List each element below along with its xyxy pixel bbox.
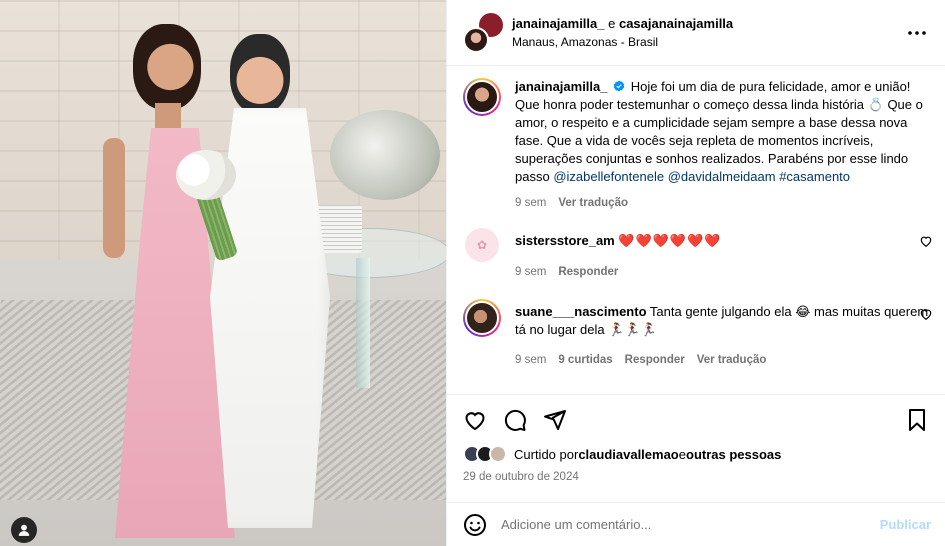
post-sidebar: janainajamilla_ e casajanainajamilla Man… (446, 0, 945, 546)
comment-time[interactable]: 9 sem (515, 351, 546, 369)
author-username[interactable]: janainajamilla_ (512, 16, 605, 31)
comment-input[interactable] (501, 517, 866, 532)
others-link[interactable]: outras pessoas (686, 447, 781, 462)
comment-icon[interactable] (503, 408, 527, 432)
post-header: janainajamilla_ e casajanainajamilla Man… (447, 0, 945, 66)
header-connector: e (604, 16, 619, 31)
likes-suffix: e (678, 446, 686, 462)
post-date[interactable]: 29 de outubro de 2024 (463, 471, 929, 483)
glass-table-leg (356, 258, 370, 388)
commenter-username[interactable]: suane___nascimento (515, 304, 647, 319)
author-avatar[interactable] (463, 26, 489, 53)
bookmark-icon[interactable] (905, 408, 929, 432)
heart-icon[interactable] (919, 307, 933, 321)
comment-likes-count[interactable]: 9 curtidas (558, 351, 612, 369)
calla-lily-bouquet (176, 150, 246, 262)
comments-section: janainajamilla_ Hoje foi um dia de pura … (447, 66, 945, 394)
collab-avatars[interactable] (463, 12, 503, 53)
mention-link[interactable]: @davidalmeidaam (668, 169, 776, 184)
commenter-username[interactable]: sistersstore_am (515, 233, 615, 248)
publish-button[interactable]: Publicar (880, 517, 931, 532)
post-caption: janainajamilla_ Hoje foi um dia de pura … (463, 78, 929, 212)
woman-in-white-suit (190, 30, 340, 540)
see-translation-button[interactable]: Ver tradução (697, 351, 767, 369)
comment-time[interactable]: 9 sem (515, 263, 546, 281)
likes-prefix: Curtido por (514, 446, 579, 462)
user-tag-icon[interactable] (11, 517, 37, 543)
reply-button[interactable]: Responder (625, 351, 685, 369)
comment-item: ✿ sistersstore_am ❤️❤️❤️❤️❤️❤️ 9 sem Res… (463, 226, 932, 281)
post-actions: Curtido por claudiavallemao e outras pes… (447, 394, 945, 502)
post-photo[interactable] (0, 0, 446, 546)
caption-time[interactable]: 9 sem (515, 194, 546, 212)
emoji-icon[interactable] (463, 513, 487, 537)
commenter-avatar[interactable]: ✿ (465, 228, 499, 262)
commenter-avatar[interactable] (463, 299, 501, 337)
heart-icon[interactable] (919, 234, 933, 248)
flower-arrangement (330, 110, 440, 200)
liker-avatars[interactable] (463, 445, 507, 463)
mention-link[interactable]: @izabellefontenele (553, 169, 664, 184)
caption-username[interactable]: janainajamilla_ (515, 79, 608, 94)
hashtag-link[interactable]: #casamento (779, 169, 850, 184)
post-location[interactable]: Manaus, Amazonas - Brasil (512, 35, 903, 49)
instagram-post: janainajamilla_ e casajanainajamilla Man… (0, 0, 945, 546)
likes-summary: Curtido por claudiavallemao e outras pes… (463, 445, 929, 463)
add-comment-bar: Publicar (447, 502, 945, 546)
comment-item: suane___nascimento Tanta gente julgando … (463, 299, 932, 369)
reply-button[interactable]: Responder (558, 263, 618, 281)
caption-avatar[interactable] (463, 78, 501, 116)
verified-badge-icon (613, 80, 625, 92)
collaborator-username[interactable]: casajanainajamilla (619, 16, 733, 31)
like-heart-icon[interactable] (463, 408, 487, 432)
share-icon[interactable] (543, 408, 567, 432)
liker-username[interactable]: claudiavallemao (578, 447, 678, 462)
comment-text: ❤️❤️❤️❤️❤️❤️ (618, 233, 722, 248)
more-options-icon[interactable] (903, 19, 931, 47)
see-translation-button[interactable]: Ver tradução (558, 194, 628, 212)
